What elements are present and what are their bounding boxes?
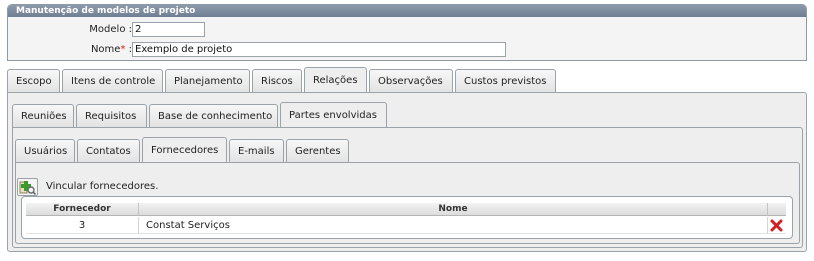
tab-emails[interactable]: E-mails [229, 139, 284, 163]
tab-base-de-conhecimento[interactable]: Base de conhecimento [149, 104, 278, 128]
tab-fornecedores[interactable]: Fornecedores [142, 137, 227, 163]
tab-requisitos[interactable]: Requisitos [76, 104, 147, 128]
tab-usuarios[interactable]: Usuários [15, 139, 75, 163]
tab-itens-de-controle[interactable]: Itens de controle [62, 69, 163, 93]
add-supplier-button[interactable] [17, 178, 38, 196]
row-actions [768, 217, 786, 234]
cell-nome: Constat Serviços [139, 217, 768, 234]
tab-custos-previstos[interactable]: Custos previstos [455, 69, 556, 93]
model-maintenance-panel: Manutenção de modelos de projeto Modelo … [7, 4, 807, 61]
column-header-fornecedor[interactable]: Fornecedor [26, 203, 139, 216]
main-tabs: Escopo Itens de controle Planejamento Ri… [7, 67, 558, 93]
nome-label-group: Nome* : [8, 44, 132, 55]
panel-title: Manutenção de modelos de projeto [8, 5, 806, 17]
delete-icon[interactable] [770, 219, 783, 238]
tab-reunioes[interactable]: Reuniões [12, 104, 74, 128]
tab-gerentes[interactable]: Gerentes [286, 139, 349, 163]
suppliers-grid: Fornecedor Nome 3 Constat Serviços [21, 196, 793, 239]
tab-contatos[interactable]: Contatos [77, 139, 140, 163]
grid-header: Fornecedor Nome [26, 203, 786, 216]
add-supplier-label[interactable]: Vincular fornecedores. [46, 181, 158, 192]
tab-escopo[interactable]: Escopo [7, 69, 60, 93]
column-header-nome[interactable]: Nome [139, 203, 768, 216]
modelo-row: Modelo : [8, 22, 808, 38]
nome-field[interactable] [132, 42, 506, 57]
modelo-label: Modelo : [89, 24, 132, 35]
parties-tabs: Usuários Contatos Fornecedores E-mails G… [15, 137, 351, 163]
tab-riscos[interactable]: Riscos [252, 69, 302, 93]
tab-observacoes[interactable]: Observações [369, 69, 453, 93]
nome-label: Nome [90, 44, 121, 55]
tab-partes-envolvidas[interactable]: Partes envolvidas [280, 102, 387, 128]
cell-fornecedor: 3 [26, 217, 139, 234]
tab-relacoes[interactable]: Relações [304, 67, 367, 93]
relations-subtabs: Reuniões Requisitos Base de conhecimento… [12, 102, 389, 128]
modelo-field[interactable] [132, 22, 205, 37]
required-marker: * [120, 44, 126, 55]
column-header-actions [768, 203, 786, 216]
nome-row: Nome* : [8, 42, 808, 58]
tab-planejamento[interactable]: Planejamento [165, 69, 250, 93]
table-row[interactable]: 3 Constat Serviços [26, 217, 786, 234]
